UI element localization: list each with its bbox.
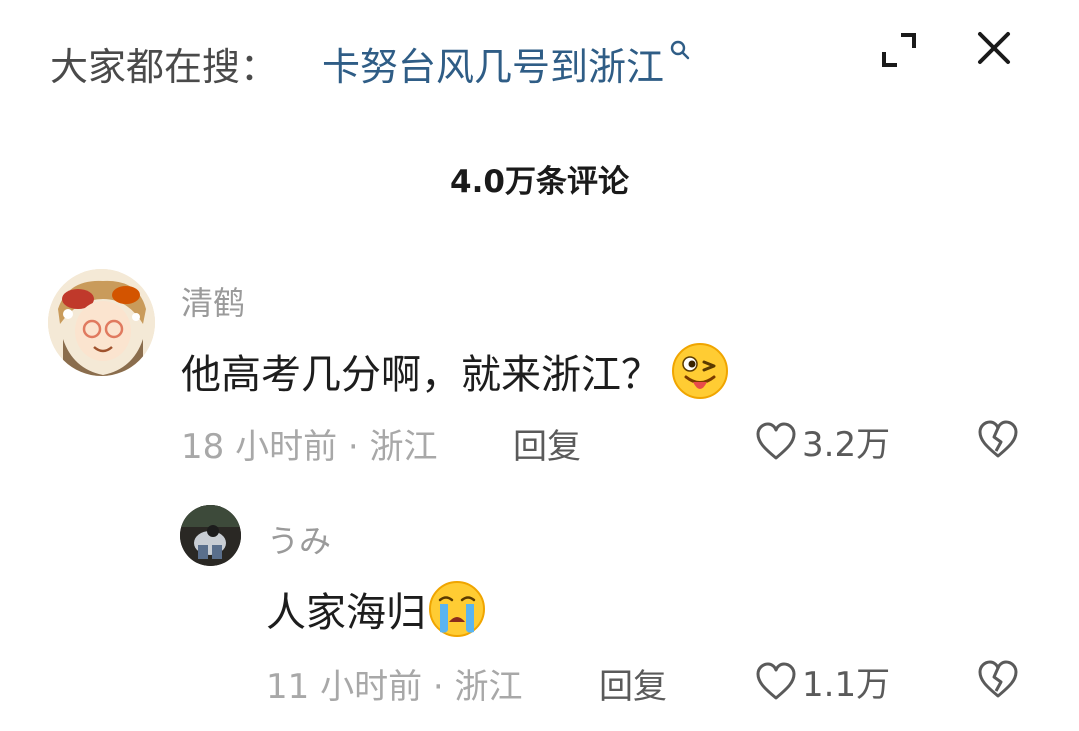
reply-button[interactable]: 回复 xyxy=(513,419,581,468)
heart-outline-icon xyxy=(756,422,796,459)
comment-text-content: 他高考几分啊，就来浙江？ xyxy=(181,352,661,398)
username[interactable]: うみ xyxy=(267,516,331,562)
dislike-button[interactable] xyxy=(976,418,1020,462)
avatar[interactable] xyxy=(48,269,155,376)
comment-meta: 18 小时前 · 浙江 xyxy=(181,427,438,467)
broken-heart-icon xyxy=(978,420,1018,458)
close-icon xyxy=(978,32,1010,64)
like-count: 1.1万 xyxy=(802,665,891,705)
winking-tongue-emoji xyxy=(672,343,728,399)
heart-outline-icon xyxy=(756,662,796,699)
comment-text-content: 人家海归 xyxy=(266,590,426,636)
broken-heart-icon xyxy=(978,660,1018,698)
avatar-photo xyxy=(180,505,241,566)
crying-emoji xyxy=(429,581,485,637)
comment-meta: 11 小时前 · 浙江 xyxy=(266,667,523,707)
expand-button[interactable] xyxy=(873,24,925,76)
dislike-button[interactable] xyxy=(976,658,1020,702)
search-query-link[interactable]: 卡努台风几号到浙江 xyxy=(322,36,692,91)
expand-icon xyxy=(882,33,916,67)
search-query-text: 卡努台风几号到浙江 xyxy=(322,45,665,89)
close-button[interactable] xyxy=(968,22,1020,74)
comment-text: 人家海归 xyxy=(266,580,486,638)
search-icon xyxy=(670,40,690,60)
username[interactable]: 清鹤 xyxy=(181,278,245,324)
comment-text: 他高考几分啊，就来浙江？ xyxy=(181,342,729,400)
like-button[interactable]: 3.2万 xyxy=(754,417,890,466)
avatar-illustration xyxy=(48,269,155,376)
avatar[interactable] xyxy=(180,505,241,566)
search-suggestion-bar: 大家都在搜： 卡努台风几号到浙江 xyxy=(0,0,1079,120)
comment-count: 4.0万条评论 xyxy=(450,164,629,200)
like-button[interactable]: 1.1万 xyxy=(754,657,890,706)
like-count: 3.2万 xyxy=(802,425,891,465)
reply-button[interactable]: 回复 xyxy=(599,659,667,708)
search-prefix: 大家都在搜： xyxy=(50,45,279,89)
